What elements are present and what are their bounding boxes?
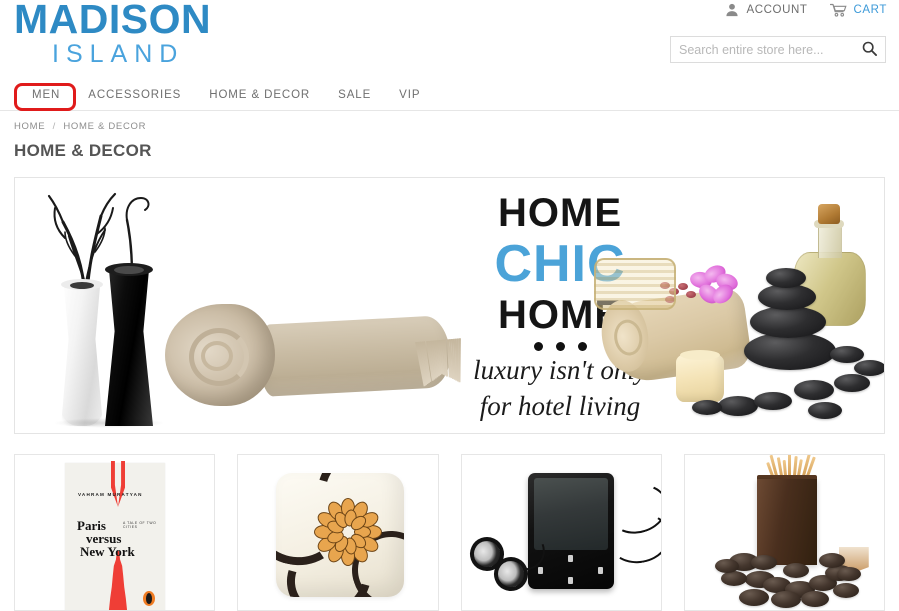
product-image-media-player: [462, 455, 661, 610]
player-button-up: [567, 555, 573, 562]
nav-item-men[interactable]: MEN: [14, 89, 74, 101]
player-button-left: [537, 567, 543, 574]
book-title-line-3: New York: [80, 544, 135, 559]
book-cover: VAHRAM MURATYAN Paris versus New York A …: [65, 461, 165, 610]
breadcrumb-separator: /: [52, 121, 56, 132]
account-link[interactable]: ACCOUNT: [725, 3, 807, 17]
category-banner[interactable]: HOME CHIC HOME luxury isn't only for hot…: [14, 177, 885, 434]
chrysler-building-graphic: [108, 551, 128, 610]
account-label: ACCOUNT: [746, 4, 808, 16]
cork-icon: [818, 204, 840, 224]
orchid-flower: [688, 262, 740, 308]
person-icon: [725, 3, 739, 17]
search-icon: [862, 41, 877, 59]
wicker-basket: [594, 258, 676, 310]
pillow-flower: [314, 498, 383, 566]
diffuser-body: [756, 479, 869, 573]
product-tile-media-player[interactable]: [460, 454, 662, 611]
blanket-spiral-inner: [201, 341, 233, 371]
decorative-pillow: [276, 473, 405, 597]
product-tile-book[interactable]: VAHRAM MURATYAN Paris versus New York A …: [14, 454, 216, 611]
vase-shadow: [53, 418, 165, 428]
spa-stone-2: [750, 306, 826, 338]
search-input[interactable]: [671, 37, 853, 62]
white-vase: [61, 281, 103, 426]
white-vase-opening: [70, 282, 94, 289]
storefront-page: MADISON ISLAND ACCOUNT CART Search entir…: [0, 0, 899, 611]
player-button-down: [567, 577, 573, 584]
spa-stone-top: [766, 268, 806, 288]
breadcrumb-home-link[interactable]: HOME: [14, 121, 45, 132]
header-links: ACCOUNT CART: [725, 3, 887, 17]
spa-illustration: [594, 184, 884, 428]
shopping-cart-icon: [829, 3, 847, 17]
spa-candle: [676, 350, 724, 402]
book-subtitle: A TALE OF TWO CITIES: [123, 521, 157, 529]
breadcrumb: HOME / HOME & DECOR: [0, 111, 899, 132]
media-player-device: [527, 473, 614, 589]
pillow-flower-small: [282, 579, 316, 597]
eiffel-tower-graphic: [111, 461, 125, 507]
cart-link[interactable]: CART: [829, 3, 888, 17]
product-image-diffuser: [685, 455, 884, 610]
nav-item-accessories[interactable]: ACCESSORIES: [74, 89, 195, 101]
cart-label: CART: [853, 4, 887, 16]
player-button-right: [597, 567, 603, 574]
search-submit-button[interactable]: [853, 37, 885, 62]
black-vase: [105, 268, 153, 426]
penguin-logo-icon: [143, 591, 155, 606]
site-header: MADISON ISLAND ACCOUNT CART Search entir…: [0, 0, 899, 80]
nav-item-vip[interactable]: VIP: [385, 89, 434, 101]
book-author: VAHRAM MURATYAN: [78, 492, 143, 497]
logo-secondary-text: ISLAND: [52, 40, 185, 68]
product-tile-pillow[interactable]: [237, 454, 439, 611]
logo-primary-text: MADISON: [14, 0, 212, 42]
page-title: HOME & DECOR: [14, 141, 152, 160]
site-logo[interactable]: MADISON ISLAND: [14, 0, 211, 68]
throw-blanket-illustration: [165, 296, 461, 416]
nav-item-sale[interactable]: SALE: [324, 89, 385, 101]
search-bar[interactable]: [670, 36, 886, 63]
main-navigation: MEN ACCESSORIES HOME & DECOR SALE VIP: [0, 80, 899, 111]
nav-item-home-decor[interactable]: HOME & DECOR: [195, 89, 324, 101]
product-grid: VAHRAM MURATYAN Paris versus New York A …: [14, 454, 885, 611]
player-screen: [533, 478, 608, 550]
product-image-book: VAHRAM MURATYAN Paris versus New York A …: [15, 455, 214, 610]
breadcrumb-current: HOME & DECOR: [63, 121, 147, 132]
product-tile-diffuser[interactable]: [683, 454, 885, 611]
black-vase-opening: [114, 266, 144, 274]
product-image-pillow: [238, 455, 437, 610]
